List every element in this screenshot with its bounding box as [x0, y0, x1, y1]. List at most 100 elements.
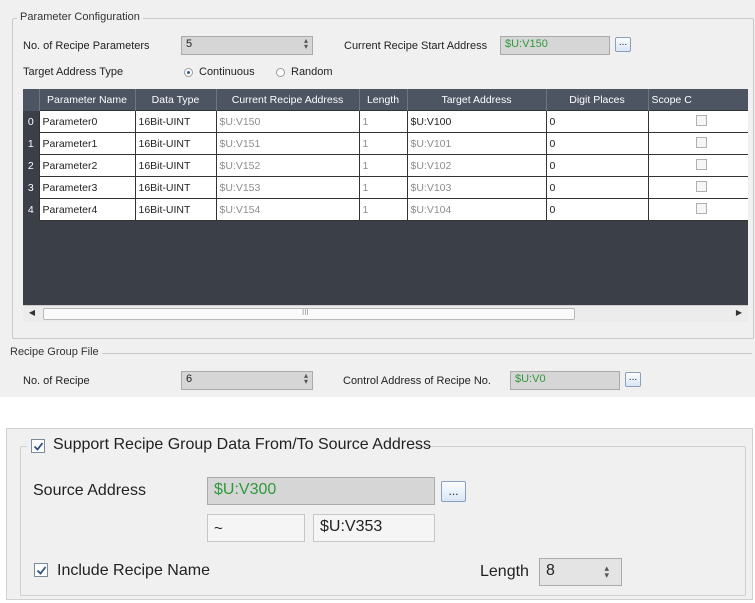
checkmark-icon	[33, 442, 44, 451]
current-address-cell: $U:V152	[215, 154, 360, 177]
column-header-current-recipe-address[interactable]: Current Recipe Address	[216, 89, 360, 111]
control-address-label: Control Address of Recipe No.	[343, 375, 491, 387]
length-stepper[interactable]: 8 ▴ ▾	[539, 558, 622, 586]
data-type-cell[interactable]: 16Bit-UINT	[134, 198, 217, 221]
scope-check-cell[interactable]	[647, 154, 748, 177]
current-address-cell: $U:V151	[215, 132, 360, 155]
row-index: 3	[23, 176, 39, 199]
data-type-cell[interactable]: 16Bit-UINT	[134, 176, 217, 199]
source-address-field[interactable]: $U:V300	[207, 477, 435, 505]
parameter-name-cell[interactable]: Parameter0	[38, 110, 136, 133]
scope-check-cell[interactable]	[647, 132, 748, 155]
digit-places-cell[interactable]: 0	[545, 176, 649, 199]
random-radio-label[interactable]: Random	[291, 66, 333, 78]
table-row[interactable]: 2 Parameter2 16Bit-UINT $U:V152 1 $U:V10…	[23, 154, 748, 177]
target-address-cell[interactable]: $U:V100	[406, 110, 547, 133]
start-address-browse-button[interactable]: ...	[615, 37, 631, 52]
data-type-cell[interactable]: 16Bit-UINT	[134, 132, 217, 155]
control-address-browse-button[interactable]: ...	[625, 372, 641, 387]
target-address-cell[interactable]: $U:V103	[406, 176, 547, 199]
target-address-cell[interactable]: $U:V102	[406, 154, 547, 177]
length-cell[interactable]: 1	[358, 132, 408, 155]
scope-checkbox[interactable]	[695, 114, 707, 126]
range-separator-field: ~	[207, 514, 305, 542]
data-type-cell[interactable]: 16Bit-UINT	[134, 110, 217, 133]
parameter-configuration-legend: Parameter Configuration	[17, 11, 143, 23]
table-row[interactable]: 0 Parameter0 16Bit-UINT $U:V150 1 $U:V10…	[23, 110, 748, 133]
parameter-name-cell[interactable]: Parameter2	[38, 154, 136, 177]
digit-places-cell[interactable]: 0	[545, 154, 649, 177]
column-header-target-address[interactable]: Target Address	[407, 89, 547, 111]
data-type-cell[interactable]: 16Bit-UINT	[134, 154, 217, 177]
group-file-divider	[12, 353, 752, 354]
scope-check-cell[interactable]	[647, 198, 748, 221]
include-recipe-name-checkbox[interactable]	[34, 563, 48, 577]
support-header: Support Recipe Group Data From/To Source…	[27, 436, 431, 456]
digit-places-cell[interactable]: 0	[545, 132, 649, 155]
continuous-radio-label[interactable]: Continuous	[199, 66, 255, 78]
parameter-table: Parameter Name Data Type Current Recipe …	[23, 89, 748, 221]
length-label: Length	[480, 563, 529, 580]
control-address-field[interactable]: $U:V0	[510, 371, 620, 390]
table-row[interactable]: 4 Parameter4 16Bit-UINT $U:V154 1 $U:V10…	[23, 198, 748, 221]
spin-arrows-icon[interactable]: ▴ ▾	[604, 564, 609, 580]
scope-check-cell[interactable]	[647, 176, 748, 199]
column-header-length[interactable]: Length	[359, 89, 408, 111]
start-address-label: Current Recipe Start Address	[344, 40, 488, 52]
range-end-field: $U:V353	[313, 514, 435, 542]
checkmark-icon	[36, 566, 47, 575]
row-index: 4	[23, 198, 39, 221]
source-address-label: Source Address	[33, 482, 146, 499]
length-cell[interactable]: 1	[358, 198, 408, 221]
digit-places-cell[interactable]: 0	[545, 198, 649, 221]
scope-checkbox[interactable]	[695, 136, 707, 148]
num-params-label: No. of Recipe Parameters	[23, 40, 150, 52]
table-row[interactable]: 3 Parameter3 16Bit-UINT $U:V153 1 $U:V10…	[23, 176, 748, 199]
start-address-field[interactable]: $U:V150	[500, 36, 610, 55]
source-address-browse-button[interactable]: ...	[441, 481, 466, 502]
include-recipe-name-label[interactable]: Include Recipe Name	[57, 562, 210, 580]
length-cell[interactable]: 1	[358, 110, 408, 133]
scope-checkbox[interactable]	[695, 158, 707, 170]
column-header-parameter-name[interactable]: Parameter Name	[39, 89, 136, 111]
length-cell[interactable]: 1	[358, 176, 408, 199]
scope-checkbox[interactable]	[695, 180, 707, 192]
support-checkbox[interactable]	[31, 439, 45, 453]
scrollbar-thumb[interactable]: III	[43, 308, 575, 320]
num-recipe-label: No. of Recipe	[23, 375, 90, 387]
spin-arrows-icon[interactable]: ▴ ▾	[304, 37, 308, 51]
support-checkbox-label[interactable]: Support Recipe Group Data From/To Source…	[53, 436, 431, 453]
current-address-cell: $U:V154	[215, 198, 360, 221]
digit-places-cell[interactable]: 0	[545, 110, 649, 133]
table-row[interactable]: 1 Parameter1 16Bit-UINT $U:V151 1 $U:V10…	[23, 132, 748, 155]
current-address-cell: $U:V150	[215, 110, 360, 133]
scope-check-cell[interactable]	[647, 110, 748, 133]
column-header-scope-check[interactable]: Scope C	[648, 89, 748, 111]
row-index: 2	[23, 154, 39, 177]
current-address-cell: $U:V153	[215, 176, 360, 199]
target-address-cell[interactable]: $U:V104	[406, 198, 547, 221]
parameter-name-cell[interactable]: Parameter4	[38, 198, 136, 221]
parameter-name-cell[interactable]: Parameter1	[38, 132, 136, 155]
scroll-right-arrow-icon[interactable]: ▶	[734, 307, 744, 319]
scroll-thumb-grip-icon: III	[302, 308, 309, 317]
num-recipe-stepper[interactable]: 6 ▴ ▾	[181, 371, 313, 390]
scope-checkbox[interactable]	[695, 202, 707, 214]
index-column-header	[23, 89, 40, 111]
target-address-cell[interactable]: $U:V101	[406, 132, 547, 155]
spin-arrows-icon[interactable]: ▴ ▾	[304, 372, 308, 386]
table-header-row: Parameter Name Data Type Current Recipe …	[23, 89, 748, 111]
random-radio[interactable]	[276, 68, 285, 77]
recipe-group-file-legend: Recipe Group File	[7, 346, 102, 358]
row-index: 1	[23, 132, 39, 155]
num-params-stepper[interactable]: 5 ▴ ▾	[181, 36, 313, 55]
column-header-digit-places[interactable]: Digit Places	[546, 89, 649, 111]
target-address-type-label: Target Address Type	[23, 66, 124, 78]
parameter-grid: Parameter Name Data Type Current Recipe …	[23, 89, 748, 321]
parameter-name-cell[interactable]: Parameter3	[38, 176, 136, 199]
row-index: 0	[23, 110, 39, 133]
length-cell[interactable]: 1	[358, 154, 408, 177]
continuous-radio[interactable]	[184, 68, 193, 77]
scroll-left-arrow-icon[interactable]: ◀	[27, 307, 37, 319]
column-header-data-type[interactable]: Data Type	[135, 89, 217, 111]
